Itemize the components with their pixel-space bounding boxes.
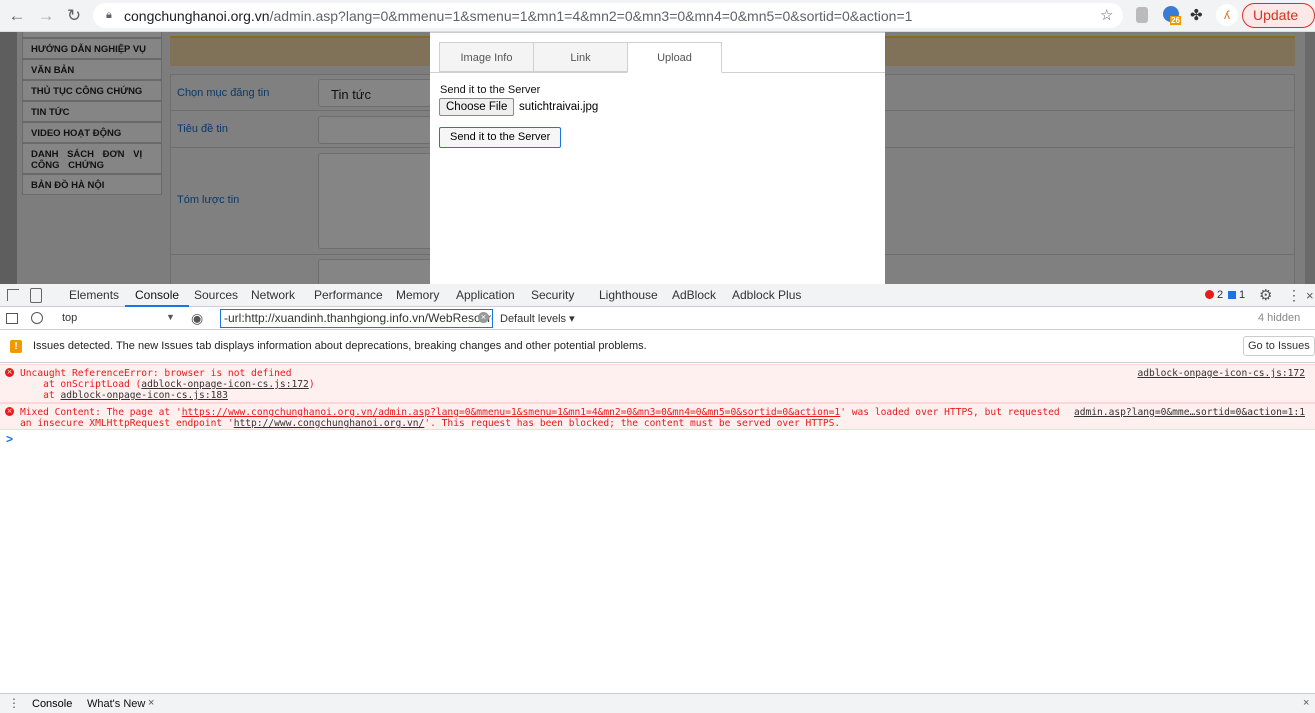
tab-upload[interactable]: Upload	[627, 42, 722, 73]
source-link[interactable]: admin.asp?lang=0&mme…sortid=0&action=1:1	[1067, 407, 1305, 418]
drawer-tabbar: ⋮ Console What's New × ×	[0, 693, 1315, 713]
update-label: Update	[1253, 7, 1299, 23]
puzzle-extensions-icon[interactable]: ✤	[1190, 6, 1203, 24]
sidebar-item[interactable]: VĂN BẢN	[22, 59, 162, 80]
error-icon: ×	[5, 407, 14, 416]
title-label: Tiêu đề tin	[177, 123, 228, 135]
sidebar-item[interactable]: VIDEO HOẠT ĐỘNG	[22, 122, 162, 143]
close-drawer-icon[interactable]: ×	[1303, 697, 1309, 709]
error-icon	[1205, 290, 1214, 299]
sidebar-item[interactable]: TIN TỨC	[22, 101, 162, 122]
endpoint-link[interactable]: http://www.congchunghanoi.org.vn/	[234, 418, 425, 429]
settings-gear-icon[interactable]: ⚙	[1259, 284, 1272, 307]
forward-icon[interactable]: →	[35, 5, 57, 27]
more-options-icon[interactable]: ⋮	[1287, 284, 1301, 307]
error-text: Mixed Content: The page at '	[20, 407, 182, 418]
page-right-border	[1305, 32, 1315, 284]
devtools-tab-performance[interactable]: Performance	[314, 284, 383, 307]
drawer-tab-console[interactable]: Console	[32, 698, 72, 710]
console-toolbar: top ▼ ◉ -url:http://xuandinh.thanhgiong.…	[0, 307, 1315, 330]
update-button[interactable]: Update ⋮	[1242, 3, 1315, 46]
error-icon: ×	[5, 368, 14, 377]
page-url-link[interactable]: https://www.congchunghanoi.org.vn/admin.…	[182, 407, 840, 418]
stack-text: )	[308, 379, 315, 390]
sidebar-item[interactable]: DANH SÁCH ĐƠN VỊ CÔNG CHỨNG	[22, 143, 162, 174]
stack-link[interactable]: adblock-onpage-icon-cs.js:183	[60, 390, 228, 401]
error-text: an insecure XMLHttpRequest endpoint '	[20, 418, 234, 429]
devtools-tab-lighthouse[interactable]: Lighthouse	[599, 284, 658, 307]
tab-link[interactable]: Link	[533, 42, 628, 72]
log-levels-dropdown[interactable]: Default levels ▾	[500, 312, 575, 325]
send-to-server-button[interactable]: Send it to the Server	[439, 127, 562, 148]
clear-console-icon[interactable]	[31, 312, 43, 324]
sidebar-item[interactable]: HƯỚNG DẪN NGHIỆP VỤ	[22, 38, 162, 59]
sidebar-item[interactable]: BẢN ĐỒ HÀ NỘI	[22, 174, 162, 195]
source-link[interactable]: adblock-onpage-icon-cs.js:172	[1137, 368, 1305, 379]
upload-label: Send it to the Server	[440, 84, 541, 96]
url-host: congchunghanoi.org.vn	[124, 8, 270, 24]
device-toolbar-icon[interactable]	[30, 288, 42, 303]
office-extension-icon[interactable]	[1136, 7, 1148, 23]
warning-icon: !	[10, 340, 22, 353]
profile-avatar[interactable]: ʎ	[1216, 4, 1238, 26]
devtools-panel: Elements Console Sources Network Perform…	[0, 284, 1315, 713]
drawer-menu-icon[interactable]: ⋮	[8, 696, 20, 710]
choose-file-button[interactable]: Choose File	[439, 98, 515, 116]
devtools-tab-adblock[interactable]: AdBlock	[672, 284, 716, 307]
hidden-count: 4 hidden	[1258, 312, 1301, 324]
devtools-tab-console[interactable]: Console	[125, 284, 190, 307]
error-text: ' was loaded over HTTPS, but requested	[840, 407, 1060, 418]
inspect-element-icon[interactable]	[7, 289, 19, 301]
devtools-tab-elements[interactable]: Elements	[69, 284, 119, 307]
url-path: /admin.asp?lang=0&mmenu=1&smenu=1&mn1=4&…	[269, 8, 913, 24]
eye-icon[interactable]: ◉	[191, 310, 203, 327]
issues-text: Issues detected. The new Issues tab disp…	[33, 340, 647, 352]
close-tab-icon[interactable]: ×	[148, 697, 154, 709]
file-name: sutichtraivai.jpg	[519, 101, 599, 113]
stack-text: at	[20, 390, 61, 401]
close-devtools-icon[interactable]: ×	[1306, 284, 1314, 307]
error-count[interactable]: 2	[1217, 284, 1223, 307]
devtools-tab-network[interactable]: Network	[251, 284, 295, 307]
url-text[interactable]: congchunghanoi.org.vn/admin.asp?lang=0&m…	[124, 8, 912, 24]
sidebar-toggle-icon[interactable]	[6, 313, 18, 324]
console-error-message: × Uncaught ReferenceError: browser is no…	[0, 364, 1315, 403]
filter-value: -url:http://xuandinh.thanhgiong.info.vn/…	[224, 311, 493, 325]
devtools-tab-sources[interactable]: Sources	[194, 284, 238, 307]
devtools-tab-security[interactable]: Security	[531, 284, 574, 307]
category-label: Chọn mục đăng tin	[177, 87, 270, 99]
reload-icon[interactable]: ↻	[63, 5, 85, 27]
summary-label: Tóm lược tin	[177, 194, 240, 206]
console-error-message: × Mixed Content: The page at 'https://ww…	[0, 403, 1315, 430]
context-selector[interactable]: top	[62, 312, 77, 324]
lock-icon: 🔒︎	[106, 9, 112, 21]
tab-image-info[interactable]: Image Info	[439, 42, 534, 72]
browser-toolbar: ← → ↻ 🔒︎ congchunghanoi.org.vn/admin.asp…	[0, 0, 1315, 46]
page-left-border	[0, 32, 17, 284]
console-filter-input[interactable]: -url:http://xuandinh.thanhgiong.info.vn/…	[220, 309, 493, 328]
go-to-issues-button[interactable]: Go to Issues	[1243, 336, 1315, 356]
image-properties-dialog: Image Info Link Upload Send it to the Se…	[430, 32, 885, 284]
sidebar-menu: HƯỚNG DẪN NGHIỆP VỤ VĂN BẢN THỦ TỤC CÔNG…	[22, 32, 162, 195]
extension-badge: 26	[1170, 16, 1181, 25]
stack-link[interactable]: adblock-onpage-icon-cs.js:172	[141, 379, 309, 390]
levels-label: Default levels	[500, 313, 567, 325]
issues-banner: ! Issues detected. The new Issues tab di…	[0, 331, 1315, 363]
stack-text: at onScriptLoad (	[20, 379, 142, 390]
error-text: '. This request has been blocked; the co…	[424, 418, 841, 429]
devtools-tabbar: Elements Console Sources Network Perform…	[0, 284, 1315, 307]
console-prompt[interactable]: >	[6, 432, 13, 446]
back-icon[interactable]: ←	[6, 5, 28, 27]
devtools-tab-adblock-plus[interactable]: Adblock Plus	[732, 284, 801, 307]
error-text: Uncaught ReferenceError: browser is not …	[20, 368, 292, 379]
sidebar-item[interactable]: THỦ TỤC CÔNG CHỨNG	[22, 80, 162, 101]
chevron-down-icon: ▼	[166, 312, 175, 322]
devtools-tab-memory[interactable]: Memory	[396, 284, 439, 307]
devtools-tab-application[interactable]: Application	[456, 284, 515, 307]
info-count[interactable]: 1	[1239, 284, 1245, 307]
drawer-tab-whats-new[interactable]: What's New	[87, 698, 145, 710]
star-icon[interactable]: ☆	[1100, 6, 1113, 24]
info-message-icon	[1228, 291, 1236, 299]
clear-filter-icon[interactable]: ×	[478, 312, 489, 323]
